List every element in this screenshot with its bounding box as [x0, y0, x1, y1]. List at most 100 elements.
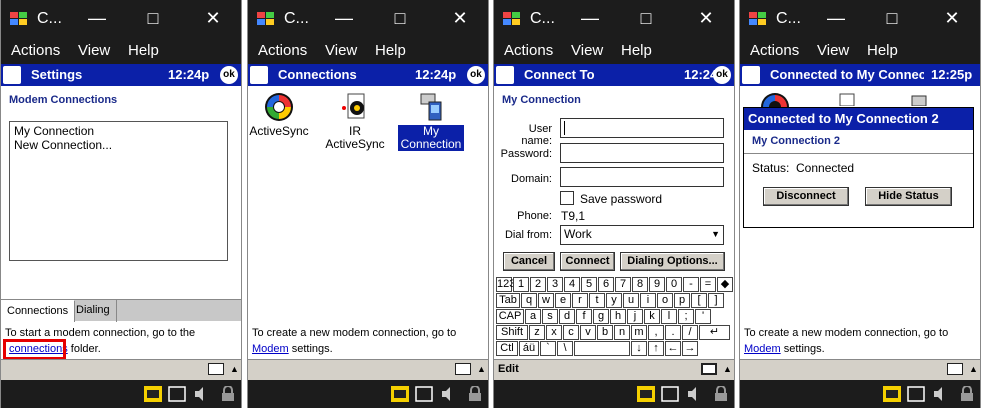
keyboard-key[interactable]: ]: [708, 293, 724, 308]
minimize-icon[interactable]: —: [578, 6, 602, 30]
close-icon[interactable]: ✕: [448, 6, 472, 30]
volume-icon[interactable]: [686, 386, 704, 402]
keyboard-key[interactable]: Ctl: [496, 341, 518, 356]
keyboard-key[interactable]: `: [540, 341, 556, 356]
list-item[interactable]: My Connection: [14, 124, 223, 138]
maximize-icon[interactable]: □: [141, 6, 165, 30]
ok-button[interactable]: ok: [713, 66, 731, 84]
keyboard-key[interactable]: k: [644, 309, 660, 324]
close-icon[interactable]: ✕: [201, 6, 225, 30]
keyboard-key[interactable]: y: [606, 293, 622, 308]
keyboard-key[interactable]: ↑: [648, 341, 664, 356]
start-icon[interactable]: [742, 66, 760, 84]
keyboard-key[interactable]: 9: [649, 277, 665, 292]
keyboard-key[interactable]: m: [631, 325, 647, 340]
keyboard-key[interactable]: r: [572, 293, 588, 308]
disconnect-button[interactable]: Disconnect: [763, 187, 849, 206]
start-icon[interactable]: [250, 66, 268, 84]
activesync-item[interactable]: ActiveSync: [248, 92, 310, 138]
clock[interactable]: 12:25p: [931, 67, 972, 82]
sip-arrow-icon[interactable]: ▲: [477, 364, 486, 374]
start-icon[interactable]: [3, 66, 21, 84]
keyboard-key[interactable]: áü: [519, 341, 539, 356]
modem-link[interactable]: Modem: [252, 343, 289, 355]
clock[interactable]: 12:24p: [415, 67, 456, 82]
lock-icon[interactable]: [958, 386, 976, 402]
menu-actions[interactable]: Actions: [11, 42, 60, 59]
phone-icon[interactable]: [637, 386, 655, 402]
keyboard-icon[interactable]: [455, 363, 471, 375]
keyboard-key[interactable]: ↵: [699, 325, 730, 340]
sip-arrow-icon[interactable]: ▲: [230, 364, 239, 374]
keyboard-key[interactable]: b: [597, 325, 613, 340]
keyboard-key[interactable]: ↓: [631, 341, 647, 356]
menu-help[interactable]: Help: [621, 42, 652, 59]
keyboard-key[interactable]: 4: [564, 277, 580, 292]
keyboard-key[interactable]: j: [627, 309, 643, 324]
keyboard-key[interactable]: 8: [632, 277, 648, 292]
menu-actions[interactable]: Actions: [504, 42, 553, 59]
edit-menu[interactable]: Edit: [498, 363, 519, 375]
menu-help[interactable]: Help: [867, 42, 898, 59]
menu-actions[interactable]: Actions: [258, 42, 307, 59]
sip-arrow-icon[interactable]: ▲: [723, 364, 732, 374]
minimize-icon[interactable]: —: [824, 6, 848, 30]
clock[interactable]: 12:24p: [168, 67, 209, 82]
phone-icon[interactable]: [391, 386, 409, 402]
minimize-icon[interactable]: —: [85, 6, 109, 30]
user-name-field[interactable]: [560, 118, 724, 138]
domain-field[interactable]: [560, 167, 724, 187]
minimize-icon[interactable]: —: [332, 6, 356, 30]
keyboard-key[interactable]: 123: [496, 277, 515, 292]
lock-icon[interactable]: [219, 386, 237, 402]
tab-connections[interactable]: Connections: [1, 300, 76, 322]
keyboard-key[interactable]: ': [695, 309, 711, 324]
phone-icon[interactable]: [883, 386, 901, 402]
keyboard-key[interactable]: \: [557, 341, 573, 356]
menu-view[interactable]: View: [78, 42, 110, 59]
sip-arrow-icon[interactable]: ▲: [969, 364, 978, 374]
volume-icon[interactable]: [193, 386, 211, 402]
close-icon[interactable]: ✕: [940, 6, 964, 30]
keyboard-key[interactable]: q: [521, 293, 537, 308]
maximize-icon[interactable]: □: [880, 6, 904, 30]
keyboard-key[interactable]: 6: [598, 277, 614, 292]
keyboard-key[interactable]: [: [691, 293, 707, 308]
volume-icon[interactable]: [440, 386, 458, 402]
keyboard-key[interactable]: 7: [615, 277, 631, 292]
keyboard-key[interactable]: h: [610, 309, 626, 324]
desktop-icon[interactable]: [661, 386, 679, 402]
ir-activesync-item[interactable]: IR ActiveSync: [320, 92, 390, 151]
keyboard-key[interactable]: e: [555, 293, 571, 308]
keyboard-key[interactable]: 3: [547, 277, 563, 292]
my-connection-item[interactable]: My Connection: [398, 92, 464, 151]
keyboard-key[interactable]: i: [640, 293, 656, 308]
keyboard-key[interactable]: d: [559, 309, 575, 324]
save-password-checkbox[interactable]: [560, 191, 574, 205]
keyboard-key[interactable]: l: [661, 309, 677, 324]
keyboard-key[interactable]: x: [546, 325, 562, 340]
lock-icon[interactable]: [712, 386, 730, 402]
volume-icon[interactable]: [932, 386, 950, 402]
menu-help[interactable]: Help: [375, 42, 406, 59]
keyboard-key[interactable]: [574, 341, 630, 356]
keyboard-key[interactable]: n: [614, 325, 630, 340]
menu-view[interactable]: View: [571, 42, 603, 59]
dialing-options-button[interactable]: Dialing Options...: [620, 252, 725, 271]
desktop-icon[interactable]: [907, 386, 925, 402]
keyboard-key[interactable]: 5: [581, 277, 597, 292]
keyboard-key[interactable]: a: [525, 309, 541, 324]
keyboard-key[interactable]: z: [529, 325, 545, 340]
keyboard-icon[interactable]: [701, 363, 717, 375]
connect-button[interactable]: Connect: [560, 252, 615, 271]
keyboard-key[interactable]: ;: [678, 309, 694, 324]
keyboard-key[interactable]: -: [683, 277, 699, 292]
maximize-icon[interactable]: □: [388, 6, 412, 30]
desktop-icon[interactable]: [168, 386, 186, 402]
menu-view[interactable]: View: [817, 42, 849, 59]
keyboard-key[interactable]: g: [593, 309, 609, 324]
keyboard-key[interactable]: CAP: [496, 309, 524, 324]
keyboard-key[interactable]: s: [542, 309, 558, 324]
keyboard-key[interactable]: ,: [648, 325, 664, 340]
cancel-button[interactable]: Cancel: [503, 252, 555, 271]
